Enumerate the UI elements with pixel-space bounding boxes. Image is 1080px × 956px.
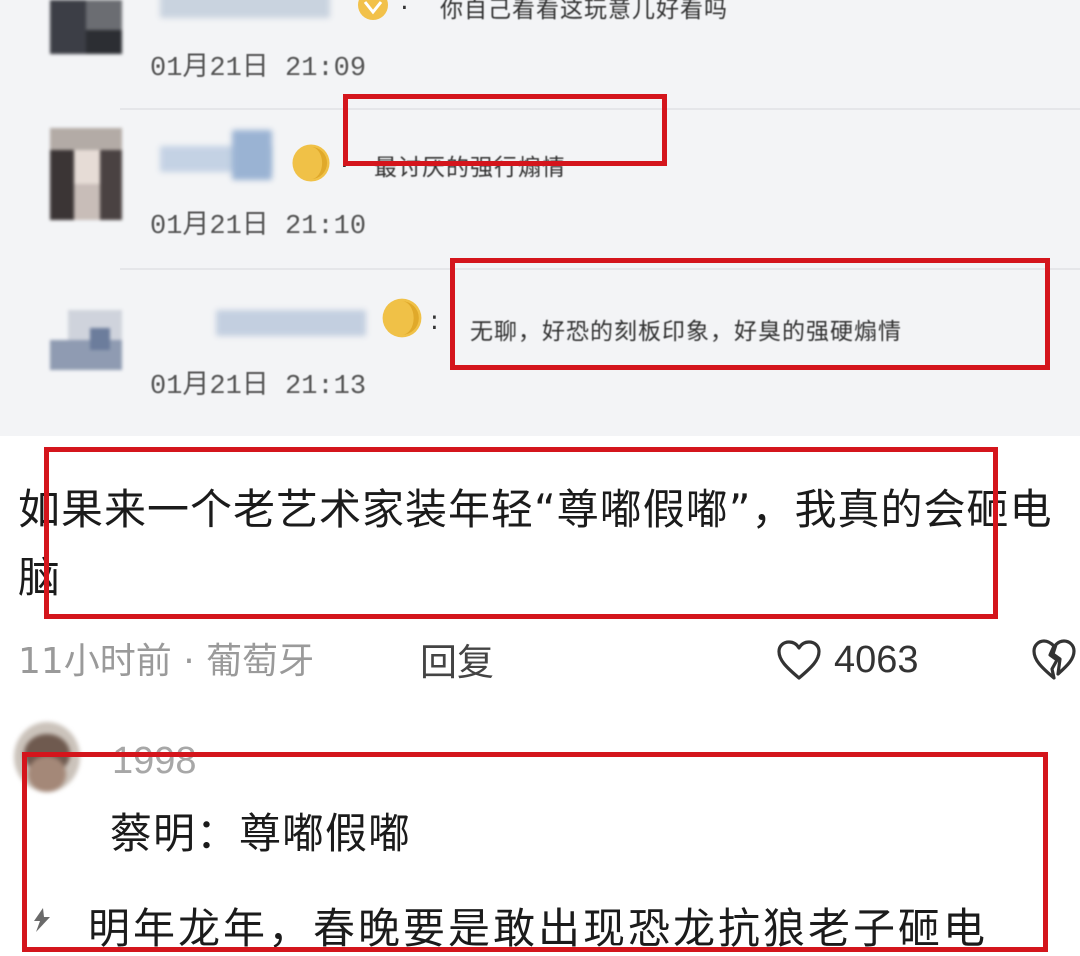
reply-colon: : bbox=[430, 306, 439, 336]
avatar[interactable] bbox=[50, 310, 122, 370]
avatar[interactable] bbox=[50, 0, 122, 54]
highlight-box bbox=[450, 258, 1050, 370]
gold-badge-icon bbox=[358, 0, 388, 20]
reply-timestamp: 01月21日 21:10 bbox=[150, 212, 367, 242]
blurred-username[interactable] bbox=[216, 310, 366, 336]
like-count: 4063 bbox=[834, 638, 919, 681]
blurred-username[interactable] bbox=[160, 0, 330, 18]
highlight-box bbox=[22, 752, 1048, 952]
highlight-box bbox=[343, 94, 667, 166]
reply-text: 你自己看看这玩意儿好看吗 bbox=[440, 0, 728, 23]
avatar[interactable] bbox=[50, 128, 122, 220]
broken-heart-icon[interactable] bbox=[1030, 638, 1078, 682]
reply-colon: : bbox=[400, 0, 409, 16]
highlight-box bbox=[44, 447, 998, 619]
reply-timestamp: 01月21日 21:09 bbox=[150, 54, 367, 84]
reply-timestamp: 01月21日 21:13 bbox=[150, 372, 367, 402]
gold-badge-icon bbox=[292, 144, 330, 182]
quoted-reply-thread: : 你自己看看这玩意儿好看吗 01月21日 21:09 : 最讨厌的强行煽情 0… bbox=[0, 0, 1080, 436]
heart-outline-icon bbox=[777, 640, 821, 680]
comment-meta: 11小时前 · 葡萄牙 bbox=[18, 641, 315, 682]
gold-badge-icon bbox=[382, 298, 422, 338]
blurred-username[interactable] bbox=[232, 130, 272, 180]
like-button[interactable]: 4063 bbox=[776, 632, 919, 688]
reply-button[interactable]: 回复 bbox=[420, 632, 494, 686]
